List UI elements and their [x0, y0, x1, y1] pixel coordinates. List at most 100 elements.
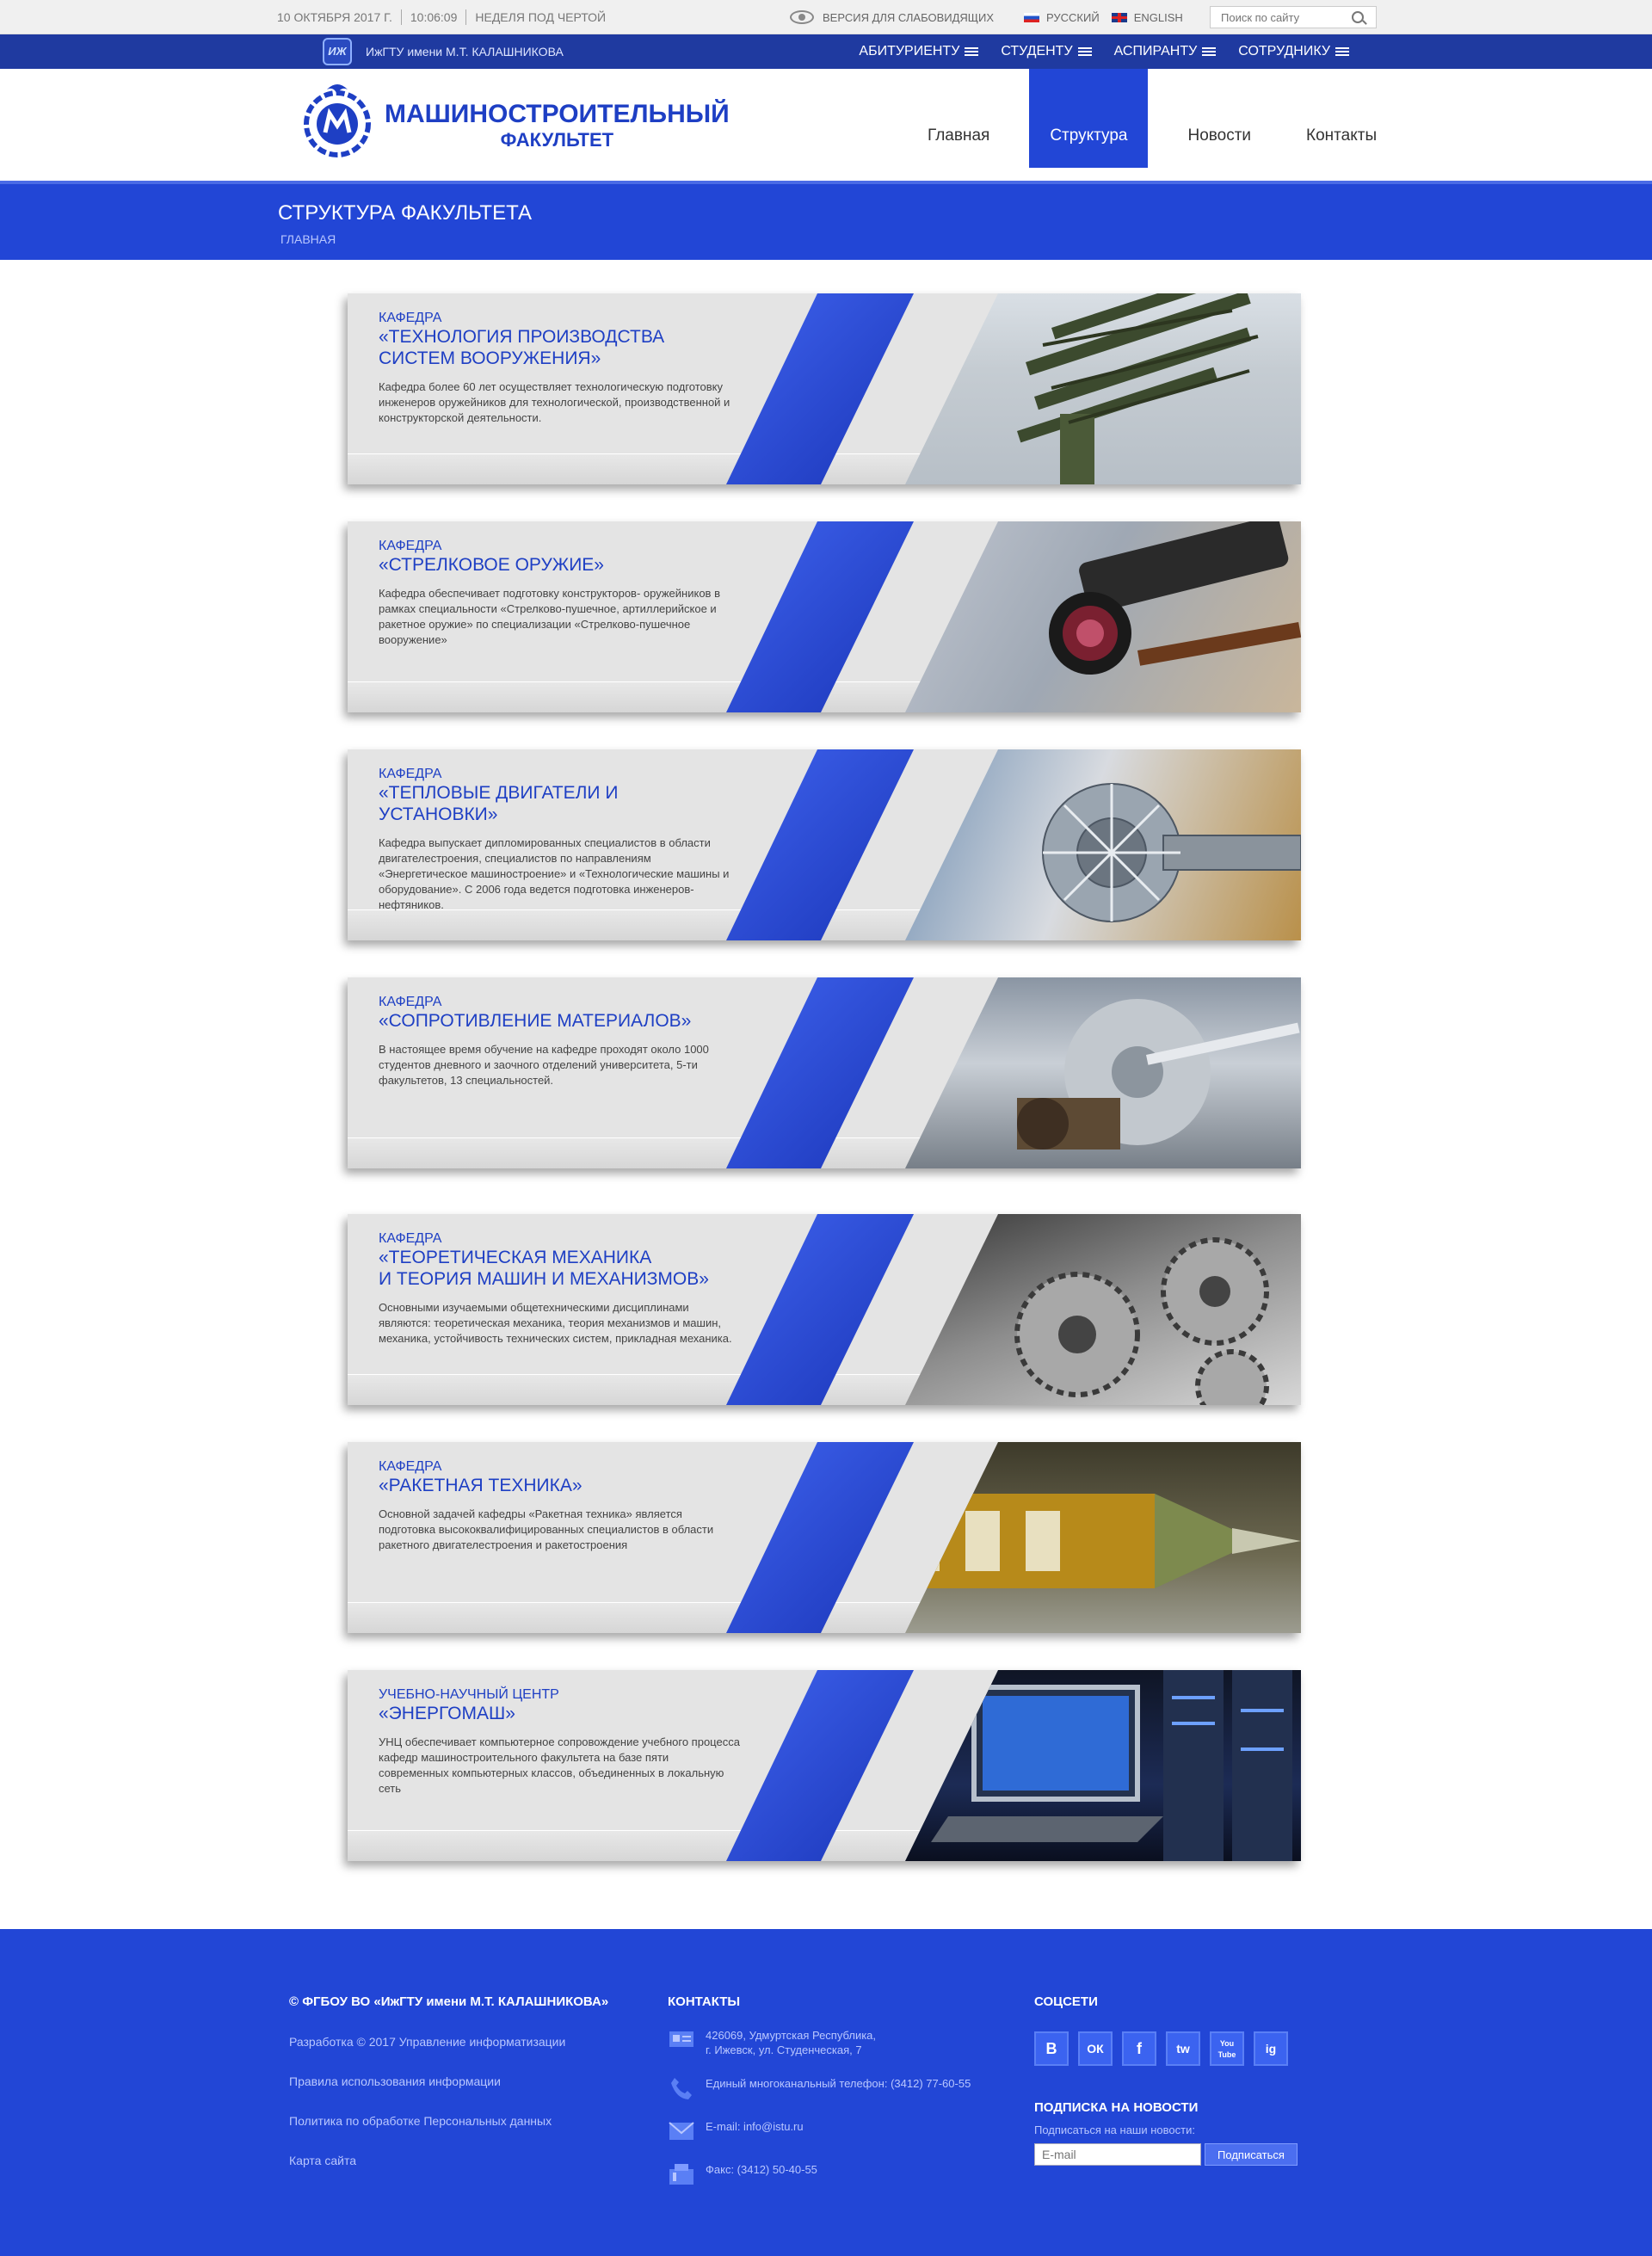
department-photo — [854, 1442, 1301, 1633]
card-text: УЧЕБНО-НАУЧНЫЙ ЦЕНТР «ЭНЕРГОМАШ» УНЦ обе… — [379, 1687, 740, 1797]
date: 10 ОКТЯБРЯ 2017 Г. — [277, 10, 392, 24]
faculty-title-line2: ФАКУЛЬТЕТ — [500, 129, 614, 151]
card-title-line1: «ТЕПЛОВЫЕ ДВИГАТЕЛИ И УСТАНОВКИ» — [379, 783, 619, 824]
search-input[interactable] — [1211, 10, 1348, 24]
nav-postgrad-label: АСПИРАНТУ — [1113, 44, 1198, 59]
card-description: Основной задачей кафедры «Ракетная техни… — [379, 1507, 714, 1551]
youtube-icon[interactable]: You Tube — [1210, 2031, 1244, 2066]
department-photo — [854, 521, 1301, 712]
nav-structure[interactable]: Структура — [1029, 69, 1149, 168]
university-bar: ИЖ ИжГТУ имени М.Т. КАЛАШНИКОВА АБИТУРИЕ… — [0, 34, 1652, 69]
faculty-title[interactable]: МАШИНОСТРОИТЕЛЬНЫЙ ФАКУЛЬТЕТ — [385, 100, 730, 151]
contact-fax: Факс: (3412) 50-40-55 — [668, 2162, 971, 2186]
card-description: УНЦ обеспечивает компьютерное сопровожде… — [379, 1735, 740, 1795]
subscribe-text: Подписаться на наши новости: — [1034, 2123, 1195, 2136]
card-kicker: КАФЕДРА — [379, 1231, 442, 1246]
card-description: Кафедра выпускает дипломированных специа… — [379, 836, 730, 911]
footer-link-dev[interactable]: Разработка © 2017 Управление информатиза… — [289, 2035, 608, 2049]
card-text: КАФЕДРА «ТЕХНОЛОГИЯ ПРОИЗВОДСТВА СИСТЕМ … — [379, 311, 740, 426]
nav-staff-label: СОТРУДНИКУ — [1238, 44, 1330, 59]
card-text: КАФЕДРА «СОПРОТИВЛЕНИЕ МАТЕРИАЛОВ» В нас… — [379, 995, 740, 1088]
footer-link-sitemap[interactable]: Карта сайта — [289, 2154, 608, 2167]
card-text: КАФЕДРА «РАКЕТНАЯ ТЕХНИКА» Основной зада… — [379, 1459, 740, 1553]
menu-icon — [965, 47, 979, 56]
card-title-line1: «СТРЕЛКОВОЕ ОРУЖИЕ» — [379, 555, 604, 575]
email-text: E-mail: info@istu.ru — [706, 2120, 804, 2133]
lang-en-label: ENGLISH — [1133, 10, 1183, 24]
card-title-line1: «СОПРОТИВЛЕНИЕ МАТЕРИАЛОВ» — [379, 1011, 692, 1031]
phone-text: Единый многоканальный телефон: (3412) 77… — [706, 2077, 971, 2090]
low-vision-label: ВЕРСИЯ ДЛЯ СЛАБОВИДЯЩИХ — [823, 10, 994, 24]
department-card[interactable]: КАФЕДРА «ТЕПЛОВЫЕ ДВИГАТЕЛИ И УСТАНОВКИ»… — [348, 749, 1301, 940]
card-description: В настоящее время обучение на кафедре пр… — [379, 1043, 709, 1087]
nav-contacts[interactable]: Контакты — [1291, 69, 1392, 168]
subscribe-email-input[interactable] — [1034, 2143, 1201, 2166]
department-card[interactable]: КАФЕДРА «СОПРОТИВЛЕНИЕ МАТЕРИАЛОВ» В нас… — [348, 977, 1301, 1168]
nav-home[interactable]: Главная — [912, 69, 1005, 168]
footer-link-privacy[interactable]: Политика по обработке Персональных данны… — [289, 2114, 608, 2128]
instagram-icon[interactable]: ig — [1254, 2031, 1288, 2066]
week-type: НЕДЕЛЯ ПОД ЧЕРТОЙ — [465, 9, 614, 25]
university-logo[interactable]: ИЖ — [323, 38, 352, 65]
menu-icon — [1077, 47, 1092, 56]
social-title: СОЦСЕТИ — [1034, 1994, 1098, 2009]
department-photo — [854, 749, 1301, 940]
subscribe-button[interactable]: Подписаться — [1205, 2143, 1298, 2166]
faculty-emblem-icon[interactable] — [301, 81, 373, 160]
low-vision-link[interactable]: ВЕРСИЯ ДЛЯ СЛАБОВИДЯЩИХ — [790, 0, 994, 34]
card-kicker: КАФЕДРА — [379, 311, 442, 325]
nav-student-label: СТУДЕНТУ — [1001, 44, 1073, 59]
nav-postgrad[interactable]: АСПИРАНТУ — [1114, 44, 1217, 59]
page-title: СТРУКТУРА ФАКУЛЬТЕТА — [278, 201, 532, 225]
facebook-icon[interactable]: f — [1122, 2031, 1156, 2066]
card-description: Основными изучаемыми общетехническими ди… — [379, 1301, 732, 1345]
card-title-line1: «ТЕХНОЛОГИЯ ПРОИЗВОДСТВА — [379, 327, 665, 347]
nav-news[interactable]: Новости — [1172, 69, 1267, 168]
fax-text: Факс: (3412) 50-40-55 — [706, 2163, 817, 2176]
date-time: 10 ОКТЯБРЯ 2017 Г. 10:06:09 НЕДЕЛЯ ПОД ЧЕР… — [277, 0, 614, 34]
search-box — [1210, 6, 1377, 28]
main-nav: Главная Структура Новости Контакты — [912, 69, 1416, 168]
card-text: КАФЕДРА «ТЕОРЕТИЧЕСКАЯ МЕХАНИКА И ТЕОРИЯ… — [379, 1231, 740, 1347]
department-card[interactable]: УЧЕБНО-НАУЧНЫЙ ЦЕНТР «ЭНЕРГОМАШ» УНЦ обе… — [348, 1670, 1301, 1861]
card-title-line2: И ТЕОРИЯ МАШИН И МЕХАНИЗМОВ» — [379, 1269, 709, 1289]
odnoklassniki-icon[interactable]: ОК — [1078, 2031, 1113, 2066]
nav-student[interactable]: СТУДЕНТУ — [1001, 44, 1092, 59]
eye-icon — [790, 10, 814, 24]
department-card[interactable]: КАФЕДРА «ТЕХНОЛОГИЯ ПРОИЗВОДСТВА СИСТЕМ … — [348, 293, 1301, 484]
site-header: МАШИНОСТРОИТЕЛЬНЫЙ ФАКУЛЬТЕТ Главная Стр… — [0, 69, 1652, 181]
search-icon[interactable] — [1352, 11, 1364, 23]
contact-address: 426069, Удмуртская Республика, г. Ижевск… — [668, 2028, 971, 2057]
nav-staff[interactable]: СОТРУДНИКУ — [1238, 44, 1349, 59]
envelope-icon — [669, 2122, 694, 2140]
lang-ru[interactable]: РУССКИЙ — [1024, 11, 1100, 24]
page-title-bar: СТРУКТУРА ФАКУЛЬТЕТА ГЛАВНАЯ — [0, 181, 1652, 260]
nav-applicant-label: АБИТУРИЕНТУ — [859, 44, 960, 59]
footer-social: СОЦСЕТИ В ОК f tw You Tube ig ПОДПИСКА Н… — [1034, 1994, 1298, 2166]
language-switcher: РУССКИЙ ENGLISH — [1024, 0, 1195, 34]
menu-icon — [1335, 47, 1349, 56]
vk-icon[interactable]: В — [1034, 2031, 1069, 2066]
card-kicker: КАФЕДРА — [379, 1459, 442, 1474]
footer-contacts: КОНТАКТЫ 426069, Удмуртская Республика, … — [668, 1994, 971, 2186]
phone-icon — [671, 2078, 692, 2099]
footer-copyright: © ФГБОУ ВО «ИжГТУ имени М.Т. КАЛАШНИКОВА… — [289, 1994, 609, 2009]
university-name[interactable]: ИжГТУ имени М.Т. КАЛАШНИКОВА — [366, 34, 564, 69]
contact-email[interactable]: E-mail: info@istu.ru — [668, 2119, 971, 2143]
department-card[interactable]: КАФЕДРА «СТРЕЛКОВОЕ ОРУЖИЕ» Кафедра обес… — [348, 521, 1301, 712]
department-card[interactable]: КАФЕДРА «РАКЕТНАЯ ТЕХНИКА» Основной зада… — [348, 1442, 1301, 1633]
site-footer: © ФГБОУ ВО «ИжГТУ имени М.Т. КАЛАШНИКОВА… — [0, 1929, 1652, 2256]
footer-link-rules[interactable]: Правила использования информации — [289, 2074, 608, 2088]
card-text: КАФЕДРА «СТРЕЛКОВОЕ ОРУЖИЕ» Кафедра обес… — [379, 539, 740, 648]
nav-applicant[interactable]: АБИТУРИЕНТУ — [859, 44, 979, 59]
faculty-title-line1: МАШИНОСТРОИТЕЛЬНЫЙ — [385, 100, 730, 128]
card-kicker: УЧЕБНО-НАУЧНЫЙ ЦЕНТР — [379, 1687, 559, 1702]
department-photo — [854, 1214, 1301, 1405]
twitter-icon[interactable]: tw — [1166, 2031, 1200, 2066]
card-title-line1: «ЭНЕРГОМАШ» — [379, 1704, 515, 1723]
lang-en[interactable]: ENGLISH — [1111, 10, 1183, 24]
department-photo — [854, 1670, 1301, 1861]
department-photo — [854, 293, 1301, 484]
breadcrumb-home[interactable]: ГЛАВНАЯ — [280, 232, 336, 246]
department-card[interactable]: КАФЕДРА «ТЕОРЕТИЧЕСКАЯ МЕХАНИКА И ТЕОРИЯ… — [348, 1214, 1301, 1405]
